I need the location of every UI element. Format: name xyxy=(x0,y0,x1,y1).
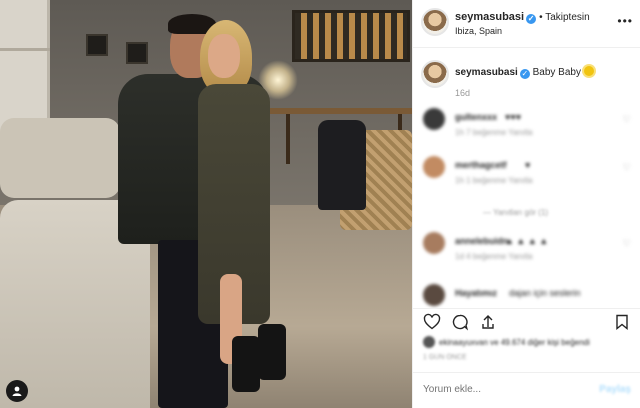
caption-time: 16d xyxy=(455,88,471,98)
comment-like-icon[interactable]: ♡ xyxy=(623,162,631,173)
comment-meta[interactable]: 1d 4 beğenme Yanıtla xyxy=(455,252,533,261)
like-heart-icon[interactable] xyxy=(423,313,441,331)
comment-item: annelebuidn ▲ ▲ ▲ ▲ 1d 4 beğenme Yanıtla… xyxy=(413,228,640,268)
author-avatar[interactable] xyxy=(421,8,449,36)
caption-avatar[interactable] xyxy=(421,60,449,88)
liker-avatar xyxy=(423,336,435,348)
sun-emoji-icon xyxy=(583,66,594,76)
comment-item: Hayatımız dajan için seslerin xyxy=(413,280,640,308)
view-replies[interactable]: — Yanıtları gör (1) xyxy=(483,208,548,217)
comment-bubble-icon[interactable] xyxy=(451,313,469,331)
more-options-icon[interactable]: ••• xyxy=(617,14,633,28)
bookmark-icon[interactable] xyxy=(613,313,631,331)
post-location[interactable]: Ibiza, Spain xyxy=(455,26,502,36)
add-comment-bar: Paylaş xyxy=(413,372,640,408)
tagged-users-icon[interactable] xyxy=(6,380,28,402)
comment-meta[interactable]: 1h 7 beğenme Yanıtla xyxy=(455,128,533,137)
comment-username[interactable]: Hayatımız xyxy=(455,288,497,298)
comment-text: ▲ ▲ ▲ ▲ xyxy=(505,236,549,246)
author-username-line: seymasubasi ✓ • Takiptesin xyxy=(455,11,590,24)
comment-avatar[interactable] xyxy=(423,108,445,130)
photo-jacket xyxy=(318,120,366,210)
comment-avatar[interactable] xyxy=(423,156,445,178)
photo-wall-frame xyxy=(86,34,108,56)
comment-text: dajan için seslerin xyxy=(509,288,581,298)
caption-verified-badge-icon: ✓ xyxy=(519,69,530,79)
instagram-post-window: seymasubasi ✓ • Takiptesin Ibiza, Spain ••… xyxy=(0,0,640,408)
likes-text[interactable]: ekinaayuxvan ve 49.674 diğer kişi beğend… xyxy=(439,338,590,347)
share-icon[interactable] xyxy=(479,313,497,331)
post-photo[interactable] xyxy=(0,0,412,408)
post-header: seymasubasi ✓ • Takiptesin Ibiza, Spain ••… xyxy=(413,0,640,48)
caption-text: Baby Baby xyxy=(532,67,581,78)
post-caption: seymasubasi ✓ Baby Baby xyxy=(413,56,640,96)
comment-username[interactable]: gultenxxx xyxy=(455,112,497,122)
comment-item: merthagcetf ♥ 1h 1 beğenme Yanıtla ♡ xyxy=(413,152,640,192)
comment-text: ♥♥♥ xyxy=(505,112,522,122)
author-username[interactable]: seymasubasi xyxy=(455,11,524,23)
likes-summary[interactable]: ekinaayuxvan ve 49.674 diğer kişi beğend… xyxy=(423,336,633,348)
comment-item: gultenxxx ♥♥♥ 1h 7 beğenme Yanıtla ♡ xyxy=(413,104,640,144)
comment-username[interactable]: annelebuidn xyxy=(455,236,508,246)
comment-like-icon[interactable]: ♡ xyxy=(623,114,631,125)
post-actions-bar xyxy=(413,308,640,334)
follow-status[interactable]: • Takiptesin xyxy=(539,12,590,23)
comment-text: ♥ xyxy=(525,160,531,170)
comment-username[interactable]: merthagcetf xyxy=(455,160,507,170)
verified-badge-icon: ✓ xyxy=(526,14,537,24)
comment-meta[interactable]: 1h 1 beğenme Yanıtla xyxy=(455,176,533,185)
comment-avatar[interactable] xyxy=(423,232,445,254)
post-comment-button[interactable]: Paylaş xyxy=(599,384,631,395)
caption-username[interactable]: seymasubasi xyxy=(455,67,518,78)
comment-input[interactable] xyxy=(423,384,583,395)
comments-list: gultenxxx ♥♥♥ 1h 7 beğenme Yanıtla ♡ mer… xyxy=(413,104,640,308)
photo-window-art xyxy=(292,10,410,62)
post-date: 1 GÜN ÖNCE xyxy=(423,354,467,361)
caption-line: seymasubasi ✓ Baby Baby xyxy=(455,66,594,79)
comment-like-icon[interactable]: ♡ xyxy=(623,238,631,249)
post-side-panel: seymasubasi ✓ • Takiptesin Ibiza, Spain ••… xyxy=(412,0,640,408)
comment-avatar[interactable] xyxy=(423,284,445,306)
photo-woman xyxy=(192,20,286,394)
photo-table-leg xyxy=(286,114,290,164)
photo-sofa-back xyxy=(0,118,120,198)
